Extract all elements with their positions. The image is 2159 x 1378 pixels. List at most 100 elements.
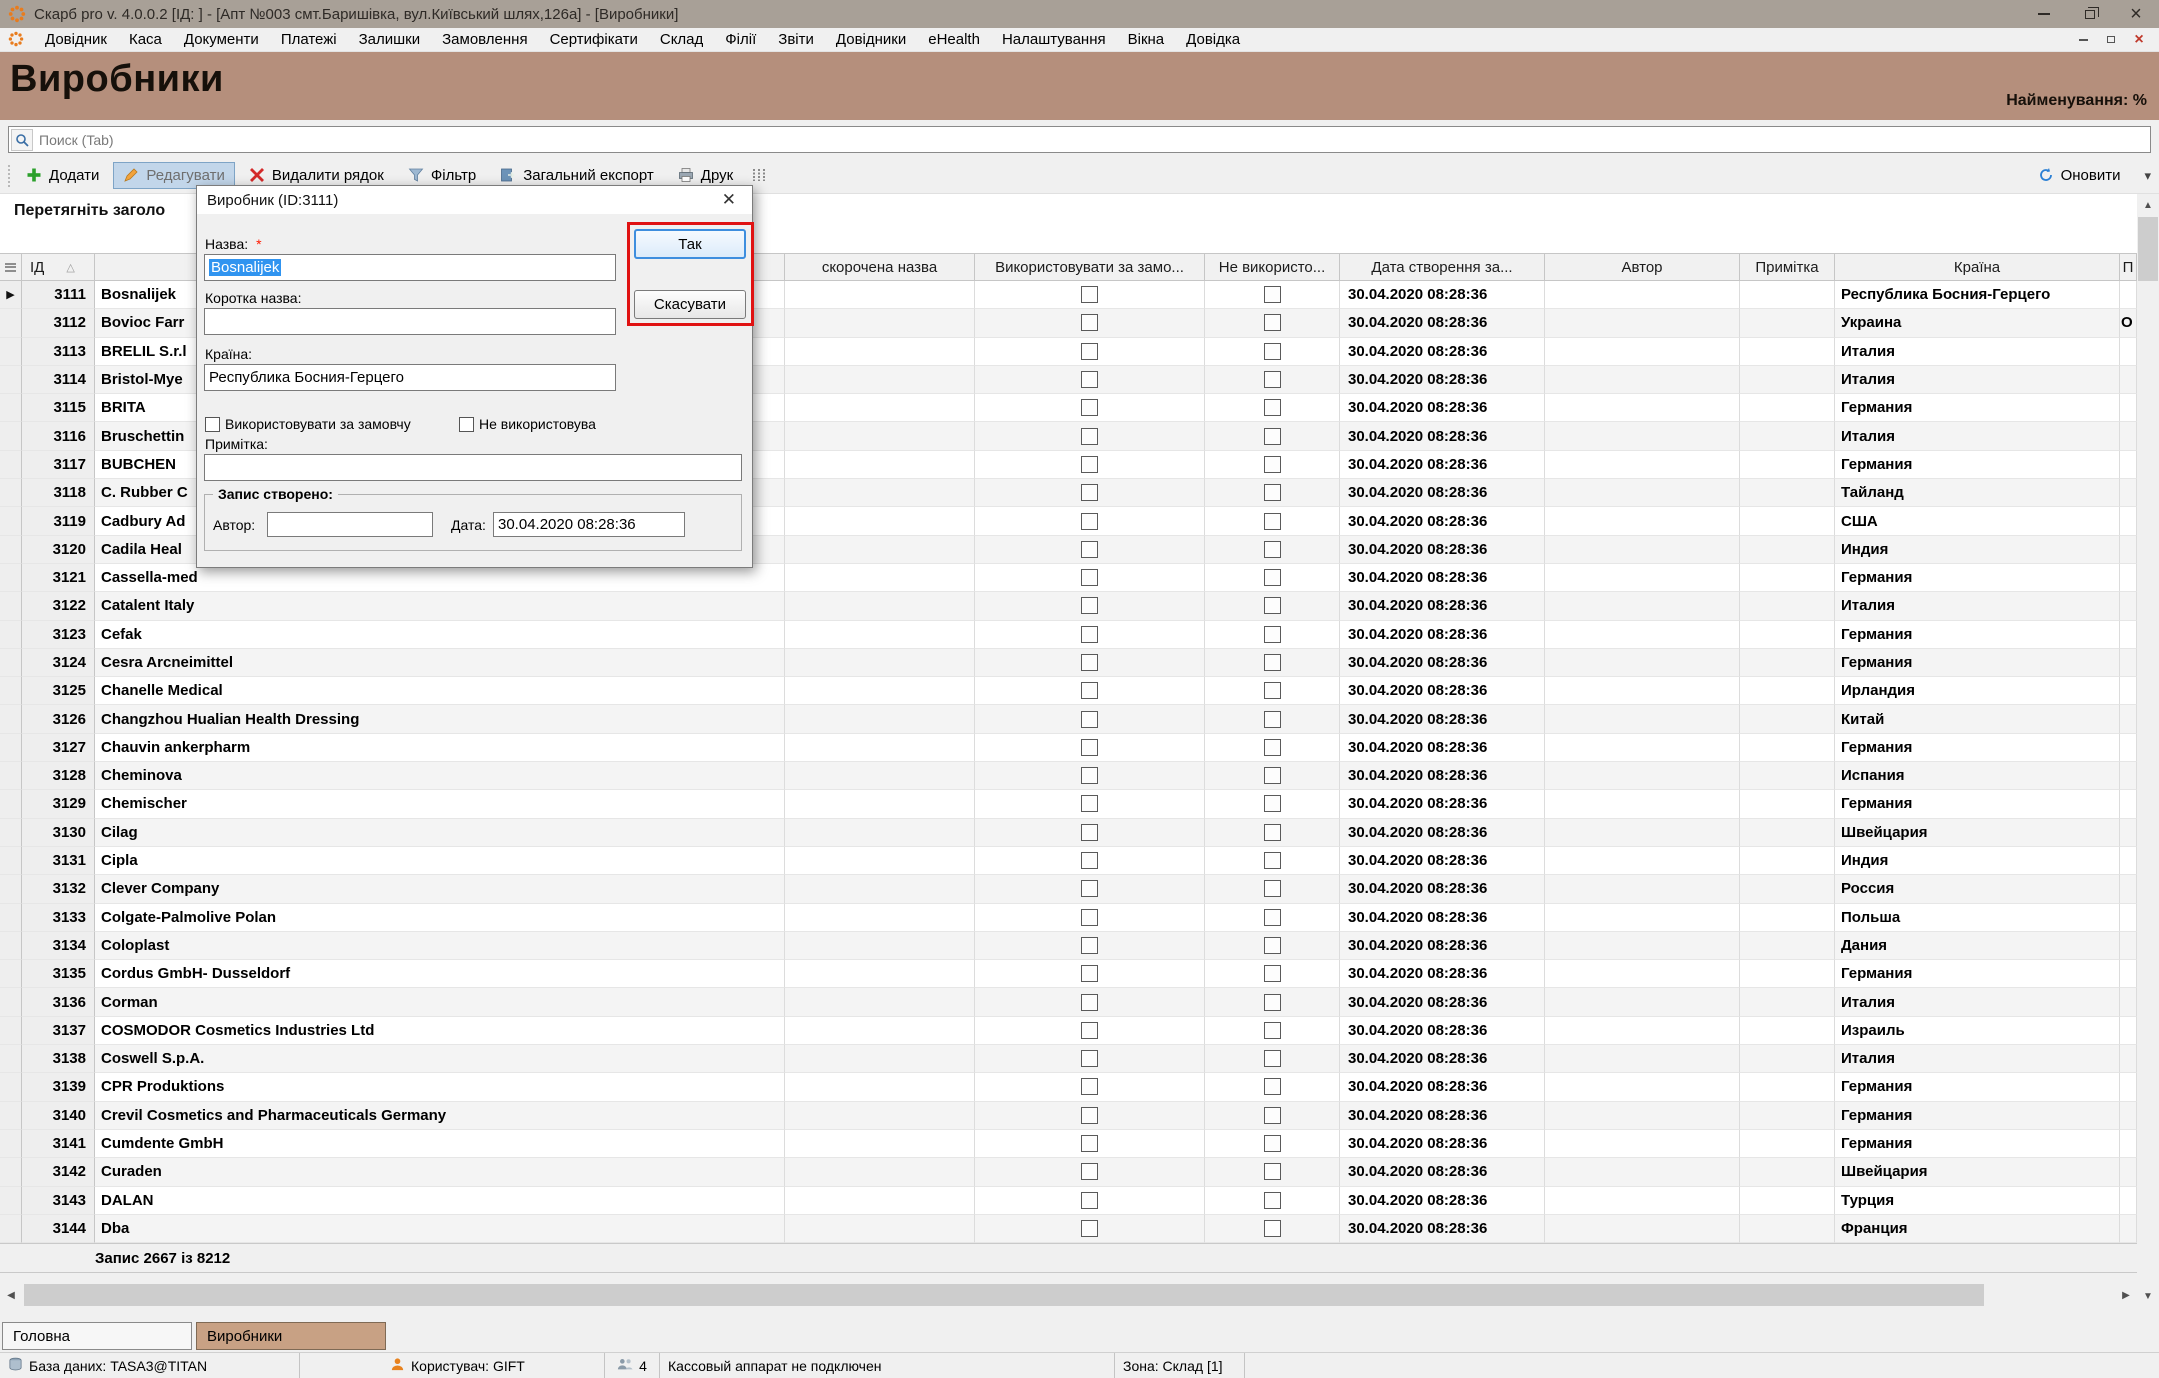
not-use-row-checkbox[interactable] bbox=[1264, 909, 1281, 926]
column-header-short-name[interactable]: скорочена назва bbox=[785, 253, 975, 281]
use-default-row-checkbox[interactable] bbox=[1081, 795, 1098, 812]
vertical-scrollbar[interactable]: ▲ ▼ bbox=[2137, 194, 2159, 1307]
cancel-button[interactable]: Скасувати bbox=[634, 290, 746, 319]
not-use-row-checkbox[interactable] bbox=[1264, 569, 1281, 586]
menu-item-Документи[interactable]: Документи bbox=[173, 29, 270, 50]
not-use-row-checkbox[interactable] bbox=[1264, 597, 1281, 614]
use-default-row-checkbox[interactable] bbox=[1081, 682, 1098, 699]
table-row[interactable]: 3143DALAN30.04.2020 08:28:36Турция bbox=[0, 1187, 2137, 1215]
use-default-row-checkbox[interactable] bbox=[1081, 597, 1098, 614]
menu-item-Платежі[interactable]: Платежі bbox=[270, 29, 348, 50]
not-use-row-checkbox[interactable] bbox=[1264, 484, 1281, 501]
use-default-row-checkbox[interactable] bbox=[1081, 371, 1098, 388]
table-row[interactable]: 3128Cheminova30.04.2020 08:28:36Испания bbox=[0, 762, 2137, 790]
use-default-row-checkbox[interactable] bbox=[1081, 1192, 1098, 1209]
use-default-row-checkbox[interactable] bbox=[1081, 484, 1098, 501]
dialog-titlebar[interactable]: Виробник (ID:3111) ✕ bbox=[197, 186, 752, 214]
use-default-row-checkbox[interactable] bbox=[1081, 428, 1098, 445]
use-default-row-checkbox[interactable] bbox=[1081, 343, 1098, 360]
use-default-checkbox-box[interactable] bbox=[205, 417, 220, 432]
search-input[interactable] bbox=[39, 129, 2150, 151]
horizontal-scroll-thumb[interactable] bbox=[24, 1284, 1984, 1306]
use-default-row-checkbox[interactable] bbox=[1081, 1163, 1098, 1180]
use-default-row-checkbox[interactable] bbox=[1081, 965, 1098, 982]
menu-item-eHealth[interactable]: eHealth bbox=[917, 29, 991, 50]
search-box[interactable] bbox=[8, 126, 2151, 153]
not-use-row-checkbox[interactable] bbox=[1264, 399, 1281, 416]
use-default-row-checkbox[interactable] bbox=[1081, 1050, 1098, 1067]
use-default-row-checkbox[interactable] bbox=[1081, 739, 1098, 756]
ok-button[interactable]: Так bbox=[634, 229, 746, 259]
not-use-row-checkbox[interactable] bbox=[1264, 541, 1281, 558]
table-row[interactable]: 3122Catalent Italy30.04.2020 08:28:36Ита… bbox=[0, 592, 2137, 620]
use-default-row-checkbox[interactable] bbox=[1081, 711, 1098, 728]
not-use-checkbox-box[interactable] bbox=[459, 417, 474, 432]
column-chooser-icon[interactable] bbox=[751, 167, 768, 184]
use-default-row-checkbox[interactable] bbox=[1081, 1135, 1098, 1152]
menu-item-Довідка[interactable]: Довідка bbox=[1175, 29, 1251, 50]
not-use-row-checkbox[interactable] bbox=[1264, 1135, 1281, 1152]
table-row[interactable]: 3125Chanelle Medical30.04.2020 08:28:36И… bbox=[0, 677, 2137, 705]
horizontal-scrollbar[interactable]: ◀ ▶ bbox=[0, 1283, 2137, 1307]
menu-item-Вікна[interactable]: Вікна bbox=[1117, 29, 1176, 50]
author-field[interactable] bbox=[267, 512, 433, 537]
use-default-row-checkbox[interactable] bbox=[1081, 767, 1098, 784]
use-default-row-checkbox[interactable] bbox=[1081, 1107, 1098, 1124]
not-use-row-checkbox[interactable] bbox=[1264, 1050, 1281, 1067]
mdi-minimize-button[interactable] bbox=[2069, 30, 2097, 50]
menu-item-Філії[interactable]: Філії bbox=[714, 29, 767, 50]
use-default-row-checkbox[interactable] bbox=[1081, 824, 1098, 841]
add-button[interactable]: Додати bbox=[16, 162, 109, 189]
use-default-checkbox[interactable]: Використовувати за замовчу bbox=[205, 416, 453, 432]
not-use-row-checkbox[interactable] bbox=[1264, 1220, 1281, 1237]
table-row[interactable]: 3144Dba30.04.2020 08:28:36Франция bbox=[0, 1215, 2137, 1243]
table-row[interactable]: 3131Cipla30.04.2020 08:28:36Индия bbox=[0, 847, 2137, 875]
use-default-row-checkbox[interactable] bbox=[1081, 852, 1098, 869]
short-name-field[interactable] bbox=[204, 308, 616, 335]
not-use-row-checkbox[interactable] bbox=[1264, 626, 1281, 643]
date-field[interactable] bbox=[493, 512, 685, 537]
menu-item-Довідники[interactable]: Довідники bbox=[825, 29, 917, 50]
close-button[interactable]: × bbox=[2113, 0, 2159, 28]
menu-item-Замовлення[interactable]: Замовлення bbox=[431, 29, 538, 50]
not-use-row-checkbox[interactable] bbox=[1264, 654, 1281, 671]
not-use-row-checkbox[interactable] bbox=[1264, 286, 1281, 303]
vertical-scroll-thumb[interactable] bbox=[2138, 217, 2158, 281]
table-row[interactable]: 3126Changzhou Hualian Health Dressing30.… bbox=[0, 705, 2137, 733]
use-default-row-checkbox[interactable] bbox=[1081, 541, 1098, 558]
not-use-row-checkbox[interactable] bbox=[1264, 937, 1281, 954]
not-use-row-checkbox[interactable] bbox=[1264, 994, 1281, 1011]
column-header-not-use[interactable]: Не використо... bbox=[1205, 253, 1340, 281]
menu-item-Склад[interactable]: Склад bbox=[649, 29, 714, 50]
use-default-row-checkbox[interactable] bbox=[1081, 569, 1098, 586]
table-row[interactable]: 3138Coswell S.p.A.30.04.2020 08:28:36Ита… bbox=[0, 1045, 2137, 1073]
column-header-indicator[interactable] bbox=[0, 253, 22, 281]
table-row[interactable]: 3132Clever Company30.04.2020 08:28:36Рос… bbox=[0, 875, 2137, 903]
not-use-row-checkbox[interactable] bbox=[1264, 1078, 1281, 1095]
mdi-restore-button[interactable] bbox=[2097, 30, 2125, 50]
column-header-created[interactable]: Дата створення за... bbox=[1340, 253, 1545, 281]
use-default-row-checkbox[interactable] bbox=[1081, 399, 1098, 416]
column-header-p[interactable]: П bbox=[2120, 253, 2137, 281]
note-field[interactable] bbox=[204, 454, 742, 481]
use-default-row-checkbox[interactable] bbox=[1081, 286, 1098, 303]
table-row[interactable]: 3123Cefak30.04.2020 08:28:36Германия bbox=[0, 621, 2137, 649]
not-use-row-checkbox[interactable] bbox=[1264, 314, 1281, 331]
mdi-close-button[interactable]: × bbox=[2125, 30, 2153, 50]
use-default-row-checkbox[interactable] bbox=[1081, 513, 1098, 530]
dialog-close-icon[interactable]: ✕ bbox=[716, 190, 742, 210]
search-icon[interactable] bbox=[11, 129, 33, 151]
tab-home[interactable]: Головна bbox=[2, 1322, 192, 1350]
scroll-up-icon[interactable]: ▲ bbox=[2137, 194, 2159, 216]
table-row[interactable]: 3134Coloplast30.04.2020 08:28:36Дания bbox=[0, 932, 2137, 960]
toolbar-drag-handle[interactable] bbox=[6, 165, 11, 187]
menu-item-Довідник[interactable]: Довідник bbox=[34, 29, 118, 50]
table-row[interactable]: 3141Cumdente GmbH30.04.2020 08:28:36Герм… bbox=[0, 1130, 2137, 1158]
menu-item-Налаштування[interactable]: Налаштування bbox=[991, 29, 1117, 50]
not-use-row-checkbox[interactable] bbox=[1264, 1163, 1281, 1180]
use-default-row-checkbox[interactable] bbox=[1081, 994, 1098, 1011]
not-use-row-checkbox[interactable] bbox=[1264, 880, 1281, 897]
table-row[interactable]: 3129Chemischer30.04.2020 08:28:36Германи… bbox=[0, 790, 2137, 818]
use-default-row-checkbox[interactable] bbox=[1081, 937, 1098, 954]
use-default-row-checkbox[interactable] bbox=[1081, 314, 1098, 331]
